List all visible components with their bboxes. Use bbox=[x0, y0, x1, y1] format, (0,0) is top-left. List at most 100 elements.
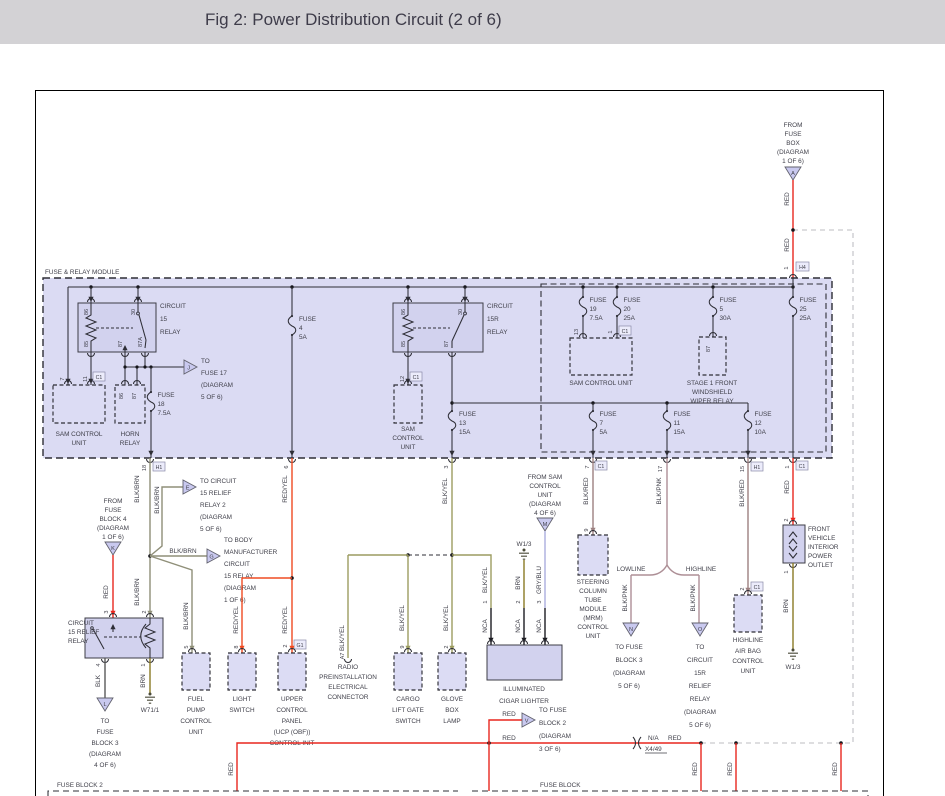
wire-label: BLK/YEL bbox=[442, 478, 449, 504]
note-text: (DIAGRAM bbox=[777, 149, 809, 156]
component-label: CONNECTOR bbox=[327, 694, 368, 701]
component-label: STAGE 1 FRONT bbox=[687, 380, 737, 387]
connector-letter: G bbox=[209, 555, 213, 561]
wire-label: RED/YEL bbox=[282, 475, 289, 503]
connector-letter: V bbox=[525, 719, 529, 725]
component-label: UNIT bbox=[189, 729, 204, 736]
pin-label: 87 bbox=[444, 341, 450, 347]
wire-label: RED/YEL bbox=[282, 606, 289, 634]
fuse-label: 15A bbox=[459, 429, 471, 436]
component-label: FUEL bbox=[188, 696, 205, 703]
branch-label: LOWLINE bbox=[617, 566, 646, 573]
component-label: LIFT GATE bbox=[392, 707, 424, 714]
component-label: CONTROL bbox=[180, 718, 212, 725]
note-text: 4 OF 6) bbox=[94, 762, 116, 769]
wire-label: NCA bbox=[515, 619, 522, 633]
note-text: TO bbox=[101, 718, 110, 725]
wire-label: BRN bbox=[140, 674, 147, 688]
page: Fig 2: Power Distribution Circuit (2 of … bbox=[0, 0, 945, 796]
fuse-label: 7.5A bbox=[158, 410, 172, 417]
connector-id: H1 bbox=[754, 465, 761, 471]
fuse-label: FUSE bbox=[800, 297, 817, 304]
component-label: MODULE bbox=[579, 606, 606, 613]
component-label: FRONT bbox=[808, 526, 830, 533]
wire-label: BLK/BRN bbox=[169, 548, 197, 555]
note-text: FUSE bbox=[96, 729, 113, 736]
fuse-label: 25 bbox=[800, 306, 808, 313]
component-label: INTERIOR bbox=[808, 544, 839, 551]
component-label: HORN bbox=[121, 431, 140, 438]
component-label: RELAY bbox=[160, 329, 181, 336]
fuse-label: 12 bbox=[755, 420, 763, 427]
component-label: FUSE BLOCK bbox=[540, 782, 581, 789]
component-label: UNIT bbox=[401, 444, 416, 451]
wire-label: RED bbox=[692, 762, 699, 776]
component-label: TUBE bbox=[584, 597, 601, 604]
component-label: WINDSHIELD bbox=[692, 389, 733, 396]
connector-na-label: N/A bbox=[648, 735, 659, 742]
note-text: 15R bbox=[694, 670, 706, 677]
component-label: SAM CONTROL UNIT bbox=[569, 380, 632, 387]
note-text: BLOCK 2 bbox=[539, 720, 566, 727]
branch-label: HIGHLINE bbox=[686, 566, 716, 573]
pin-label: 2 bbox=[283, 644, 289, 647]
component-label: RELAY bbox=[68, 638, 89, 645]
wire-label: RED bbox=[103, 585, 110, 599]
component-label: RADIO bbox=[338, 664, 358, 671]
note-text: (DIAGRAM bbox=[539, 733, 571, 740]
note-text: 15 RELAY bbox=[224, 573, 254, 580]
component-label: CIRCUIT bbox=[160, 303, 186, 310]
pin-label: 7 bbox=[585, 465, 591, 468]
ucp-box bbox=[278, 653, 306, 690]
wire-label: BLK/PNK bbox=[690, 584, 697, 612]
component-label: HIGHLINE bbox=[733, 637, 763, 644]
wire-label: RED bbox=[228, 762, 235, 776]
connector-letter: N bbox=[629, 627, 633, 633]
fuse-label: 10A bbox=[755, 429, 767, 436]
note-text: BLOCK 3 bbox=[616, 657, 643, 664]
pin-label: 87 bbox=[132, 393, 138, 399]
note-text: 5 OF 6) bbox=[689, 722, 711, 729]
component-label: VEHICLE bbox=[808, 535, 835, 542]
connector-id: C1 bbox=[754, 585, 761, 591]
fuse-label: 5A bbox=[299, 334, 308, 341]
connector-letter: J bbox=[187, 366, 190, 372]
note-text: CIRCUIT bbox=[224, 561, 250, 568]
wire-label: BRN bbox=[515, 576, 522, 590]
pin-label: 2 bbox=[784, 518, 790, 521]
component-label: (MRM) bbox=[583, 615, 603, 622]
fuse-label: 25A bbox=[624, 315, 636, 322]
fuse-label: 30A bbox=[720, 315, 732, 322]
component-label: CIGAR LIGHTER bbox=[499, 698, 549, 705]
wire-label: RED bbox=[784, 480, 791, 494]
note-text: TO FUSE bbox=[615, 644, 643, 651]
note-text: BLOCK 3 bbox=[92, 740, 119, 747]
component-label: UPPER bbox=[281, 696, 303, 703]
pin-label: 4 bbox=[96, 663, 102, 666]
note-text: (DIAGRAM bbox=[613, 670, 645, 677]
connector-id: X4/49 bbox=[645, 746, 662, 753]
module-label: FUSE & RELAY MODULE bbox=[45, 269, 119, 276]
wire-label: RED bbox=[502, 711, 516, 718]
note-text: 1 OF 6) bbox=[782, 158, 804, 165]
component-label: WIPER RELAY bbox=[690, 398, 734, 405]
note-text: FROM bbox=[104, 498, 123, 505]
connector-id: G1 bbox=[297, 643, 304, 649]
component-label: CONTROL bbox=[577, 624, 609, 631]
wire-label: RED bbox=[832, 762, 839, 776]
fuse-label: 4 bbox=[299, 325, 303, 332]
note-text: RELAY bbox=[690, 696, 711, 703]
component-label: STEERING bbox=[577, 579, 610, 586]
note-text: FUSE bbox=[104, 507, 121, 514]
component-label: LAMP bbox=[443, 718, 460, 725]
wire-label: RED bbox=[668, 735, 682, 742]
note-text: RELAY 2 bbox=[200, 502, 226, 509]
wiring-diagram: FROM FUSE BOX (DIAGRAM 1 OF 6) A RED RED… bbox=[0, 0, 945, 796]
note-text: FROM bbox=[784, 122, 803, 129]
pin-label: 9 bbox=[584, 528, 590, 531]
component-label: OUTLET bbox=[808, 562, 833, 569]
fuse-label: FUSE bbox=[299, 316, 316, 323]
note-text: FUSE bbox=[784, 131, 801, 138]
pin-label: 1 bbox=[608, 330, 614, 333]
wire-label: BLK/PNK bbox=[656, 477, 663, 505]
